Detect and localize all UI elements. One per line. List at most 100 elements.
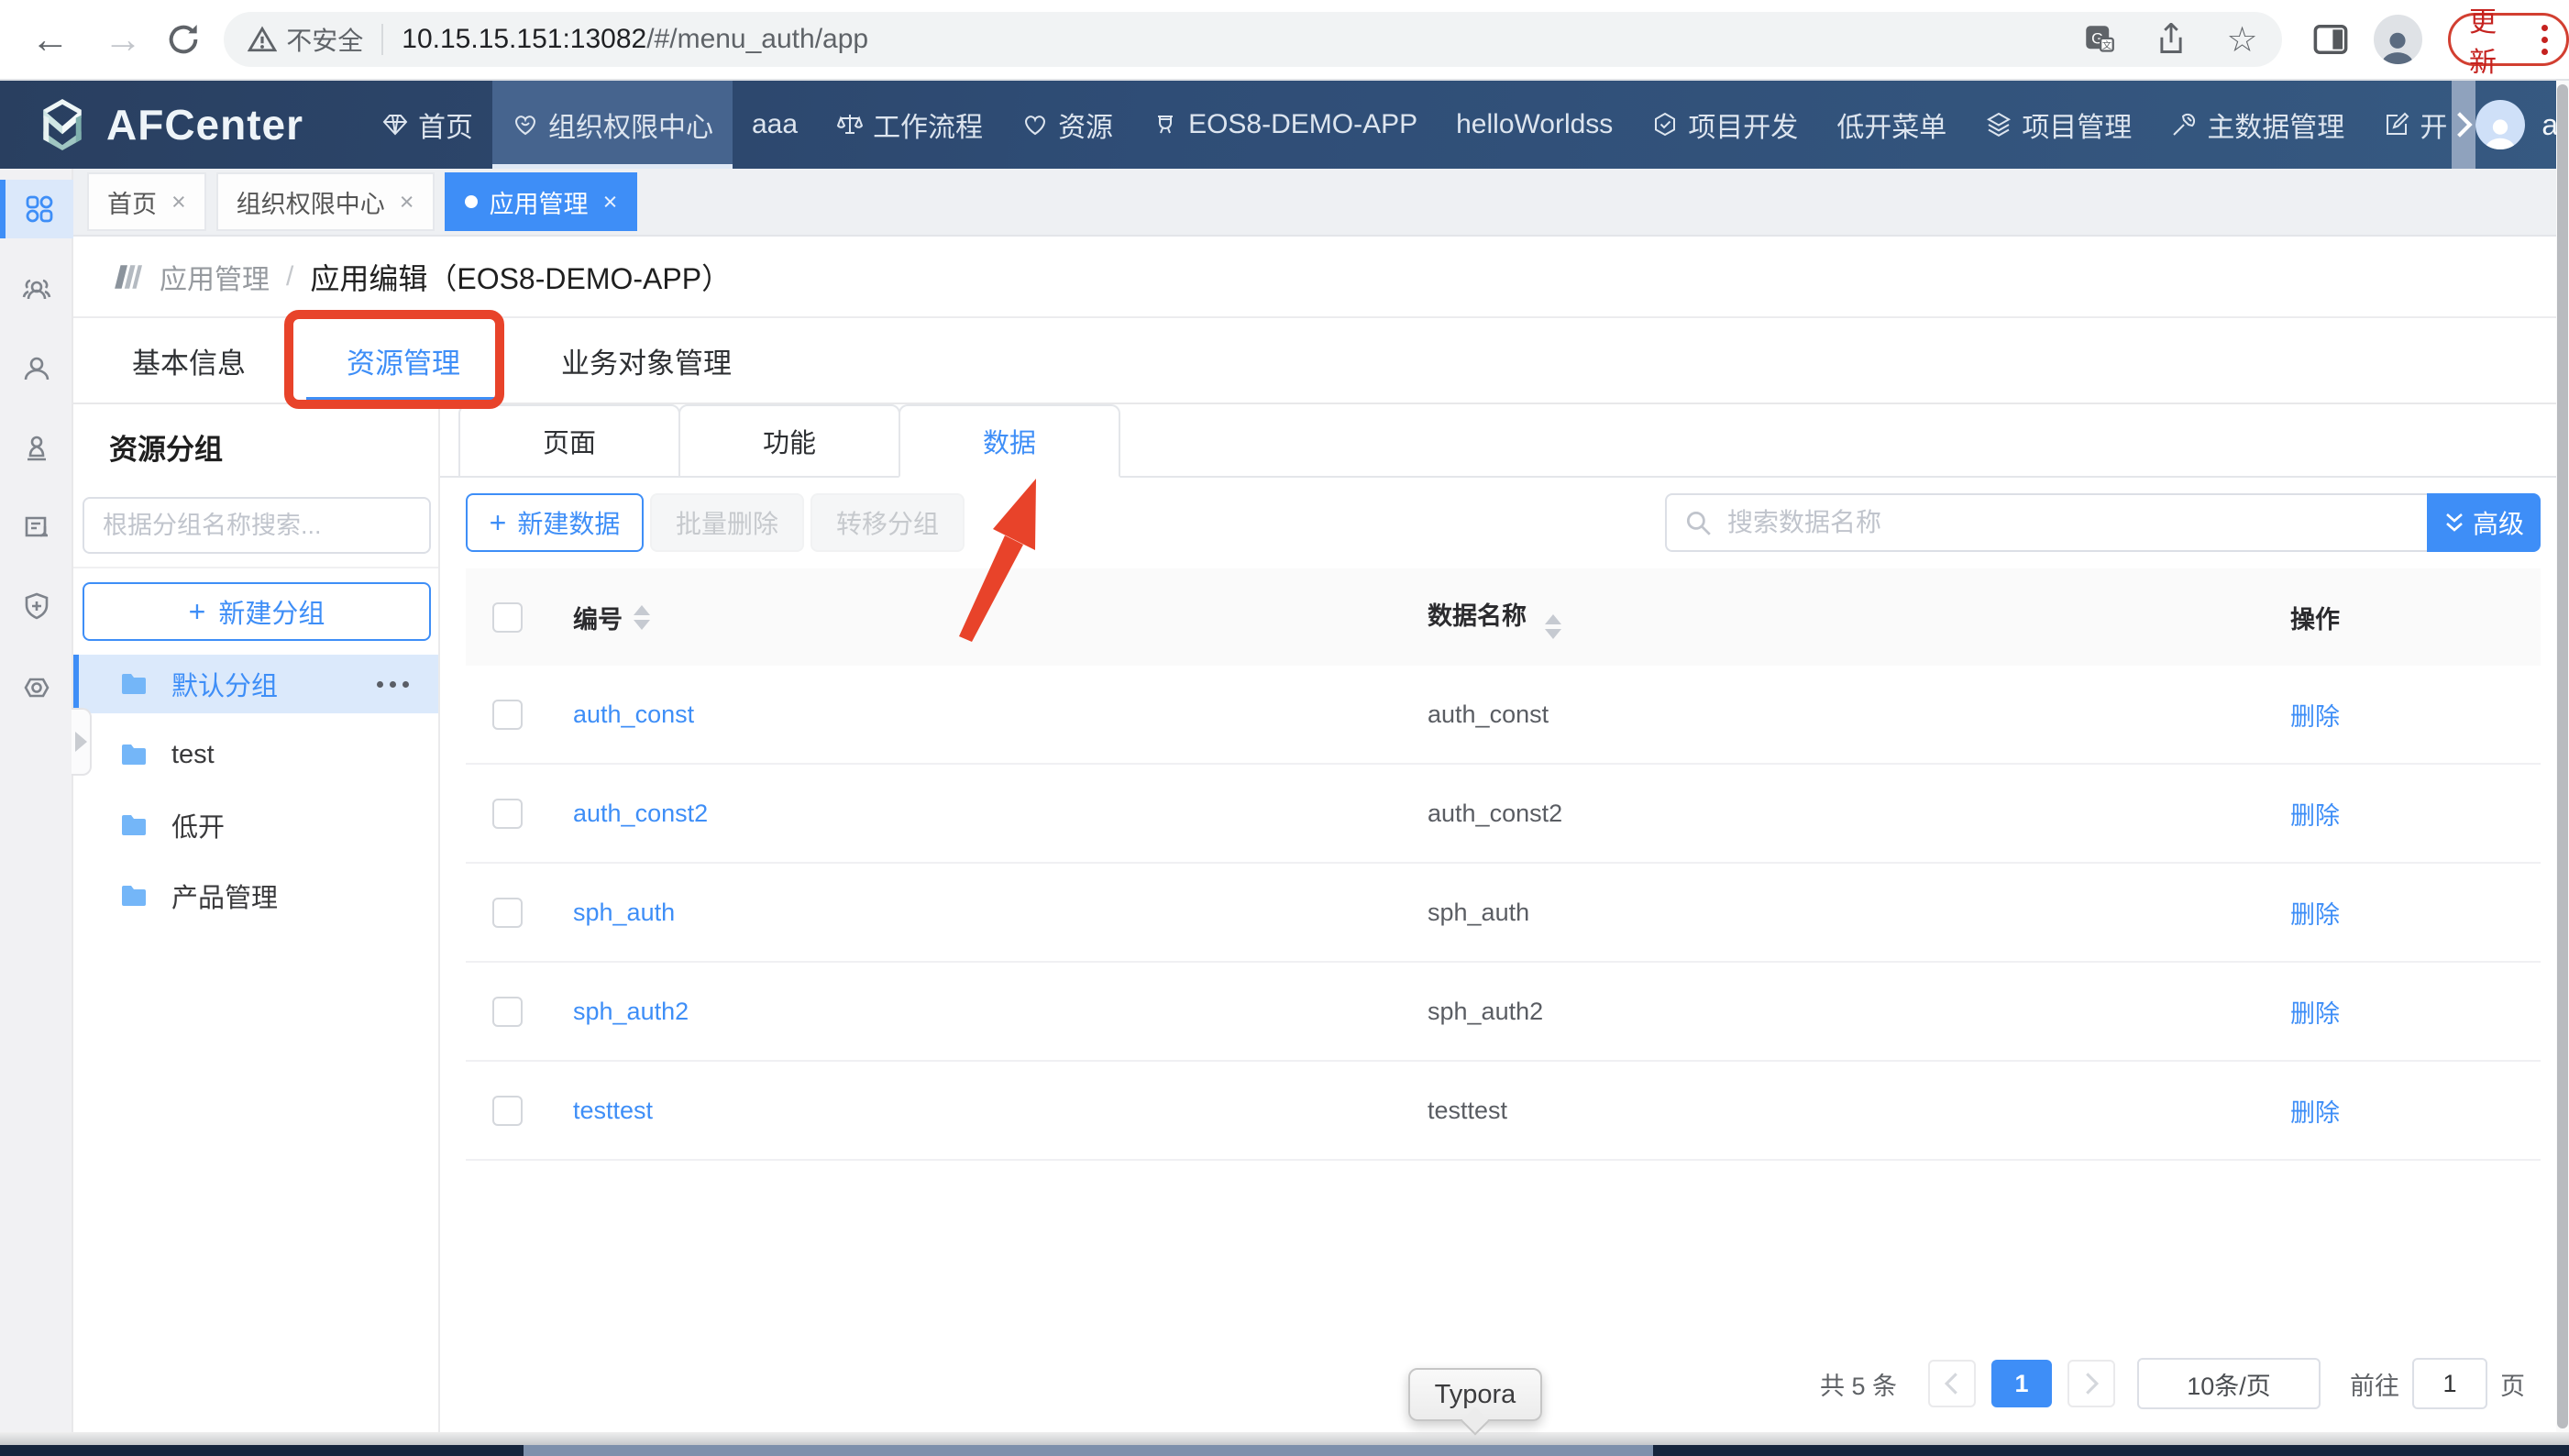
group-item[interactable]: 低开 — [73, 796, 438, 855]
open-tab[interactable]: 应用管理× — [445, 172, 638, 231]
select-all-checkbox[interactable] — [492, 602, 523, 633]
cell-action: 删除 — [2249, 1093, 2541, 1129]
insecure-warning-icon — [248, 26, 277, 53]
sort-icon[interactable] — [1545, 614, 1561, 639]
browser-update-menu[interactable]: 更新 — [2448, 13, 2569, 66]
header-nav-item[interactable]: 开 — [2364, 81, 2452, 169]
row-checkbox[interactable] — [492, 700, 523, 730]
group-item[interactable]: 产品管理 — [73, 866, 438, 925]
new-group-button[interactable]: + 新建分组 — [83, 582, 431, 641]
browser-back-icon[interactable]: ← — [28, 17, 72, 61]
header-nav-item[interactable]: 资源 — [1002, 81, 1132, 169]
row-checkbox[interactable] — [492, 898, 523, 928]
header-nav-item[interactable]: 项目管理 — [1966, 81, 2151, 169]
column-header-name[interactable]: 数据名称 — [1428, 602, 1527, 630]
goto-label: 前往 — [2350, 1366, 2399, 1402]
data-search-input[interactable] — [1726, 507, 2427, 538]
cell-action: 删除 — [2249, 796, 2541, 832]
header-nav-item[interactable]: aaa — [733, 81, 817, 169]
translate-icon[interactable]: G文 — [2084, 24, 2115, 55]
current-page[interactable]: 1 — [1991, 1360, 2052, 1407]
header-nav-item[interactable]: 低开菜单 — [1817, 81, 1966, 169]
nav-overflow-chevron-icon[interactable] — [2452, 81, 2475, 169]
share-icon[interactable] — [2156, 23, 2187, 56]
rail-item-stamp[interactable] — [0, 420, 73, 479]
scrollbar-thumb[interactable] — [2557, 84, 2568, 1428]
browser-profile-avatar[interactable] — [2374, 15, 2422, 64]
goto-page-input[interactable] — [2412, 1358, 2487, 1409]
row-checkbox[interactable] — [492, 997, 523, 1027]
folder-icon — [120, 884, 148, 908]
breadcrumb-section-icon — [110, 262, 145, 292]
open-tab-label: 组织权限中心 — [237, 184, 385, 220]
header-nav-item[interactable]: EOS8-DEMO-APP — [1132, 81, 1437, 169]
stamp-icon — [19, 432, 54, 467]
header-nav-item[interactable]: helloWorldss — [1437, 81, 1632, 169]
open-tab[interactable]: 首页 × — [87, 172, 206, 231]
nav-item-label: 资源 — [1058, 105, 1113, 145]
address-bar[interactable]: 不安全 10.15.15.151:13082 /#/menu_auth/app … — [224, 12, 2281, 67]
header-nav-item[interactable]: 工作流程 — [817, 81, 1002, 169]
window-bottom-edge — [0, 1432, 2569, 1445]
rail-item-team[interactable] — [0, 261, 73, 320]
row-id-link[interactable]: auth_const — [573, 700, 694, 729]
url-host: 10.15.15.151:13082 — [402, 24, 646, 55]
row-checkbox[interactable] — [492, 1096, 523, 1126]
header-user-menu[interactable]: admin — [2475, 81, 2569, 169]
rail-item-shield-plus[interactable] — [0, 578, 73, 636]
tab-页面[interactable]: 页面 — [458, 404, 680, 478]
delete-link[interactable]: 删除 — [2290, 901, 2340, 929]
gem-icon — [381, 111, 409, 138]
column-header-id[interactable]: 编号 — [573, 600, 623, 635]
header-nav-item[interactable]: 首页 — [362, 81, 492, 169]
tab-业务对象管理[interactable]: 业务对象管理 — [561, 318, 732, 403]
app-logo[interactable]: AFCenter — [0, 81, 362, 169]
rail-item-grid[interactable] — [0, 180, 73, 238]
rail-item-doc[interactable] — [0, 499, 73, 557]
rail-item-user[interactable] — [0, 340, 73, 399]
group-search-input[interactable] — [83, 497, 431, 554]
panel-collapse-handle[interactable] — [72, 708, 92, 776]
new-data-button[interactable]: + 新建数据 — [466, 493, 644, 552]
bookmark-star-icon[interactable]: ☆ — [2227, 19, 2258, 61]
browser-forward-icon[interactable]: → — [100, 17, 145, 61]
header-nav-item[interactable]: 主数据管理 — [2151, 81, 2364, 169]
page-size-select[interactable]: 10条/页 — [2137, 1358, 2321, 1409]
sort-icon[interactable] — [634, 605, 650, 630]
delete-link[interactable]: 删除 — [2290, 1099, 2340, 1127]
group-item[interactable]: test — [73, 725, 438, 784]
row-checkbox-cell — [466, 700, 559, 730]
nav-item-label: 组织权限中心 — [548, 105, 713, 145]
layers-icon — [1985, 111, 2012, 138]
batch-delete-button[interactable]: 批量删除 — [650, 493, 804, 552]
tab-功能[interactable]: 功能 — [678, 404, 900, 478]
row-checkbox-cell — [466, 1096, 559, 1126]
close-icon[interactable]: × — [400, 188, 414, 216]
row-id-link[interactable]: sph_auth — [573, 899, 675, 927]
next-page-button[interactable] — [2067, 1360, 2115, 1407]
prev-page-button[interactable] — [1928, 1360, 1976, 1407]
row-checkbox[interactable] — [492, 799, 523, 829]
browser-reload-icon[interactable] — [160, 21, 205, 58]
row-id-link[interactable]: auth_const2 — [573, 800, 708, 828]
delete-link[interactable]: 删除 — [2290, 703, 2340, 731]
row-id-link[interactable]: testtest — [573, 1097, 653, 1125]
side-panel-icon[interactable] — [2313, 23, 2348, 56]
rail-item-eye-hex[interactable] — [0, 658, 73, 717]
data-search-box[interactable] — [1665, 493, 2427, 552]
advanced-search-button[interactable]: 高级 — [2427, 493, 2541, 552]
open-tab-label: 首页 — [107, 184, 157, 220]
close-icon[interactable]: × — [603, 188, 618, 216]
delete-link[interactable]: 删除 — [2290, 802, 2340, 830]
group-item[interactable]: 默认分组 — [73, 655, 438, 713]
more-icon[interactable] — [377, 681, 409, 688]
row-id-link[interactable]: sph_auth2 — [573, 998, 689, 1026]
header-nav-item[interactable]: 组织权限中心 — [492, 81, 733, 169]
page-scrollbar[interactable] — [2556, 81, 2569, 1432]
tab-基本信息[interactable]: 基本信息 — [132, 318, 246, 403]
close-icon[interactable]: × — [171, 188, 186, 216]
breadcrumb-section[interactable]: 应用管理 — [160, 257, 270, 297]
open-tab[interactable]: 组织权限中心 × — [216, 172, 435, 231]
header-nav-item[interactable]: 项目开发 — [1632, 81, 1817, 169]
delete-link[interactable]: 删除 — [2290, 1000, 2340, 1028]
